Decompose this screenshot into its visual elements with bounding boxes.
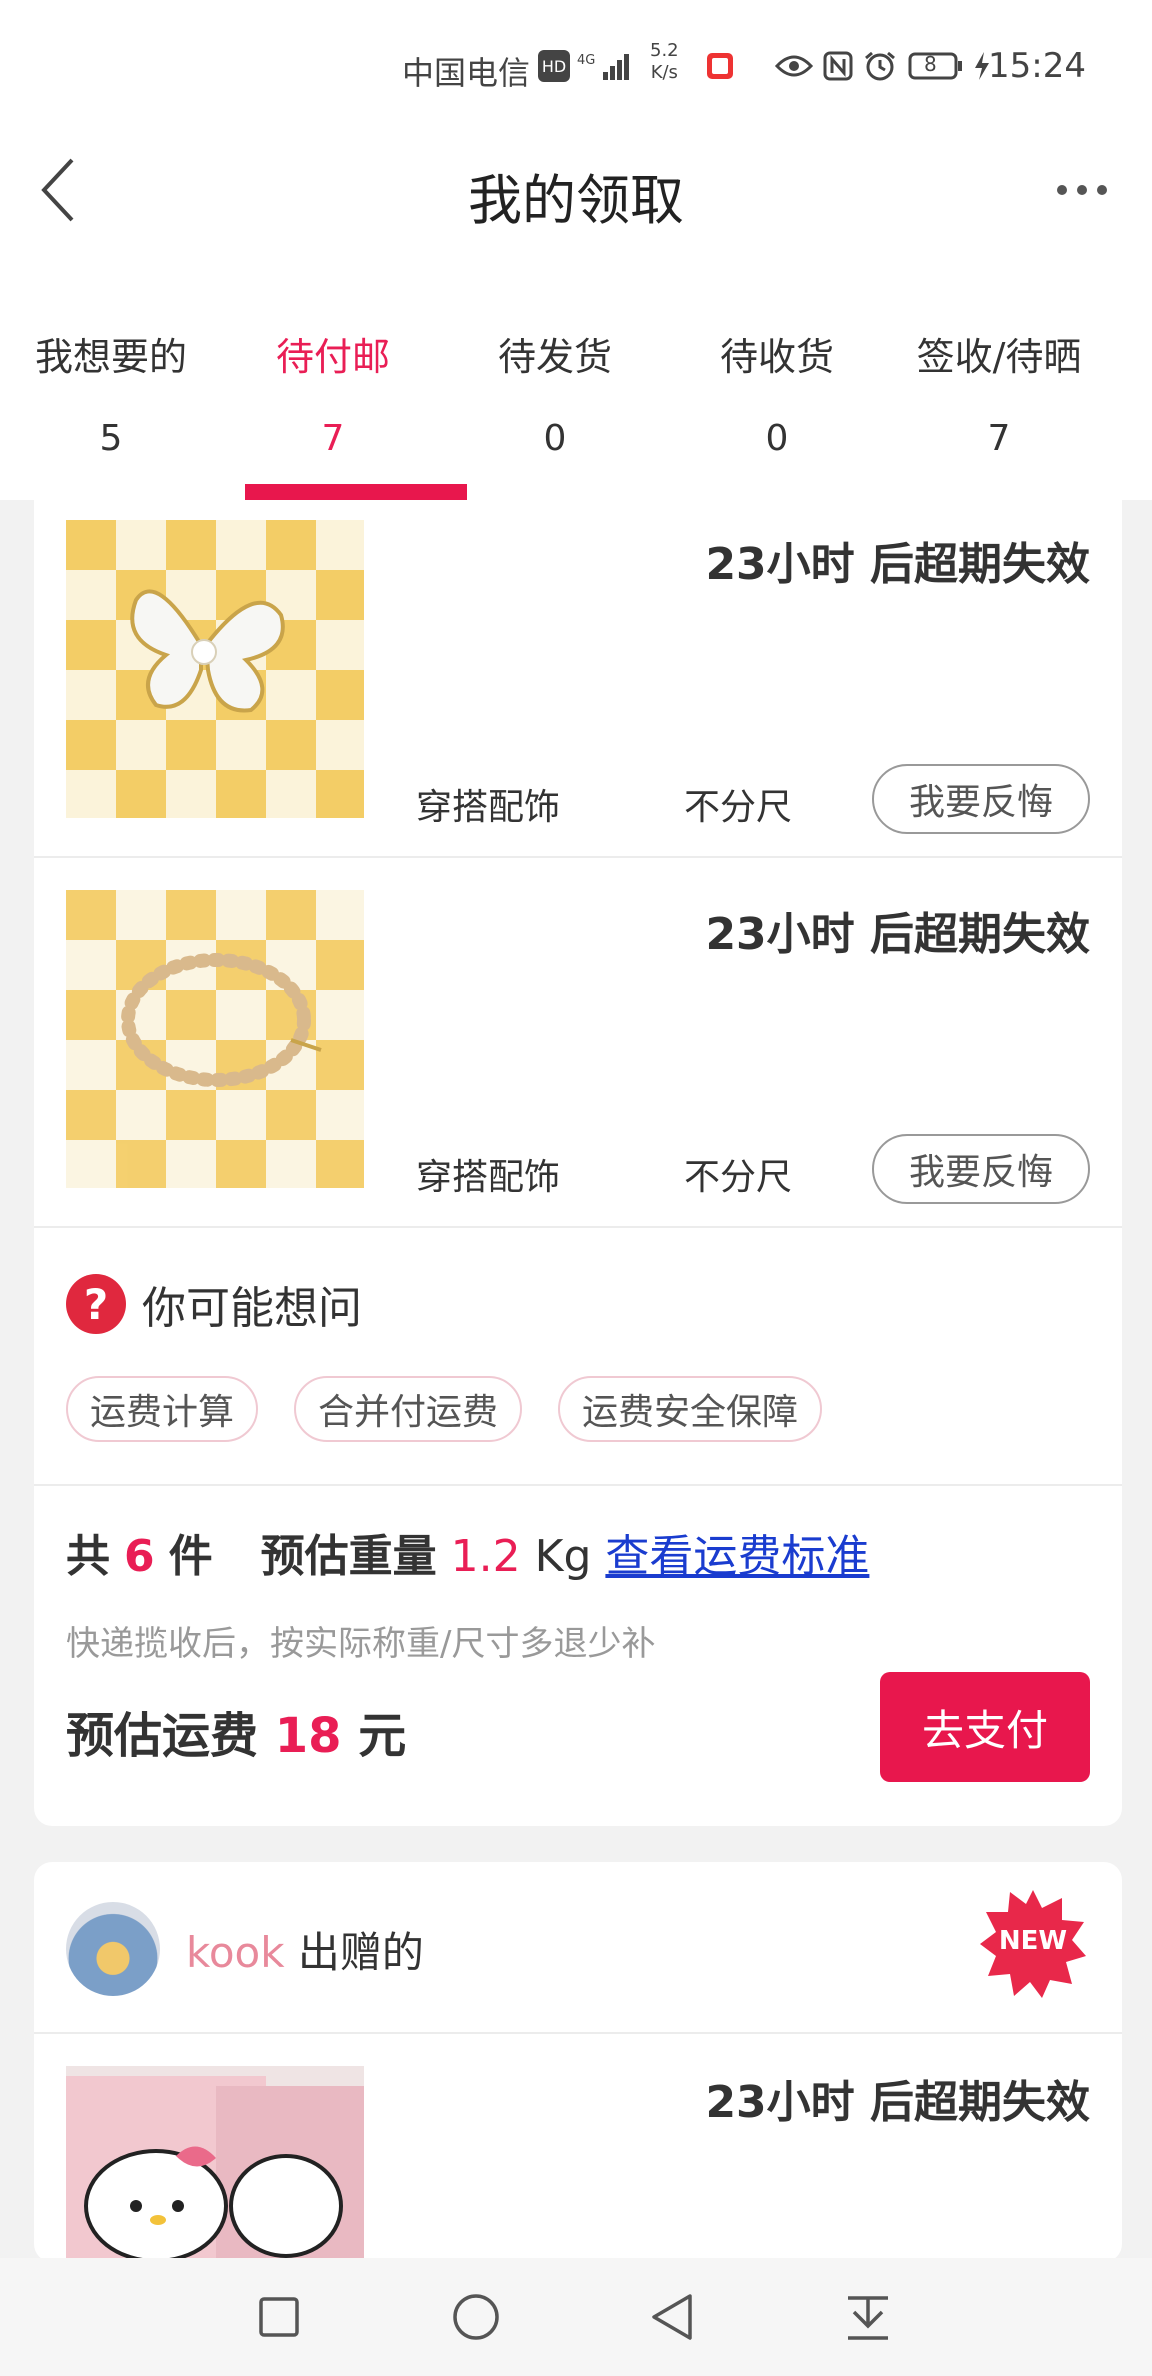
chip-shipping-safety[interactable]: 运费安全保障 xyxy=(558,1376,823,1442)
giver-name: kook 出赠的 xyxy=(186,1919,424,1980)
giver-suffix: 出赠的 xyxy=(297,1927,424,1977)
eye-icon xyxy=(774,50,814,82)
giver-info[interactable]: kook 出赠的 xyxy=(66,1902,424,1996)
notification-shade-button[interactable] xyxy=(833,2282,903,2352)
tab-count: 7 xyxy=(321,418,345,459)
active-tab-indicator xyxy=(245,484,467,500)
estimated-fee: 预估运费 18 元 xyxy=(66,1696,406,1766)
size-label: 不分尺 xyxy=(684,1157,793,1198)
divider xyxy=(34,856,1122,858)
tab-signed-share[interactable]: 签收/待晒 7 xyxy=(888,290,1110,500)
status-tabs: 我想要的 5 待付邮 7 待发货 0 待收货 0 签收/待晒 7 xyxy=(0,290,1152,500)
pay-button[interactable]: 去支付 xyxy=(880,1672,1090,1782)
clock: 15:24 xyxy=(988,46,1086,86)
divider xyxy=(34,1226,1122,1228)
back-nav-button[interactable] xyxy=(637,2282,707,2352)
count-prefix: 共 xyxy=(66,1531,110,1582)
alarm-icon xyxy=(862,50,898,82)
count-suffix: 件 xyxy=(168,1531,213,1582)
battery-level: 8 xyxy=(924,52,937,76)
question-icon: ? xyxy=(66,1274,126,1334)
faq-title-text: 你可能想问 xyxy=(142,1283,362,1334)
order-group-card: kook 出赠的 NEW 23小时 后超期失效 xyxy=(34,1862,1122,2262)
tab-wanted[interactable]: 我想要的 5 xyxy=(0,290,222,500)
home-button[interactable] xyxy=(441,2282,511,2352)
chip-merge-shipping[interactable]: 合并付运费 xyxy=(294,1376,523,1442)
product-image-butterfly-brooch xyxy=(66,520,364,818)
list-item[interactable]: 23小时 后超期失效 穿搭配饰 不分尺 我要反悔 xyxy=(34,500,1122,870)
fee-label: 预估运费 xyxy=(66,1708,259,1764)
square-icon xyxy=(259,2297,299,2337)
expiry-text: 23小时 后超期失效 xyxy=(705,2077,1090,2128)
network-speed-unit: K/s xyxy=(650,62,678,83)
order-summary: 共 6 件 预估重量 1.2 Kg 查看运费标准 xyxy=(66,1520,869,1584)
more-dot-icon xyxy=(1077,185,1087,195)
order-group-card: 23小时 后超期失效 穿搭配饰 不分尺 我要反悔 23小时 后超期失效 穿搭配饰… xyxy=(34,500,1122,1826)
nfc-icon xyxy=(822,50,854,82)
tab-count: 5 xyxy=(99,418,123,459)
category-label: 穿搭配饰 xyxy=(416,1157,561,1198)
regret-button[interactable]: 我要反悔 xyxy=(872,1134,1090,1204)
carrier-label: 中国电信 xyxy=(402,54,531,92)
page-title: 我的领取 xyxy=(468,169,684,232)
tab-label: 签收/待晒 xyxy=(916,335,1082,379)
pull-down-icon xyxy=(848,2296,888,2340)
status-bar: 中国电信 HD 4G 5.2 K/s 8 15:24 xyxy=(0,0,1152,130)
list-item[interactable]: 23小时 后超期失效 穿搭配饰 不分尺 我要反悔 xyxy=(34,870,1122,1240)
tab-pending-shipment[interactable]: 待发货 0 xyxy=(444,290,666,500)
expiry-text: 23小时 后超期失效 xyxy=(705,539,1090,590)
product-image-pearl-bracelet xyxy=(66,890,364,1188)
tab-count: 7 xyxy=(987,418,1011,459)
svg-text:4G: 4G xyxy=(577,53,595,68)
app-notification-icon xyxy=(704,50,736,82)
fee-value: 18 xyxy=(274,1708,342,1764)
signal-icon: 4G xyxy=(576,50,636,82)
chip-shipping-calculation[interactable]: 运费计算 xyxy=(66,1376,259,1442)
more-options-button[interactable] xyxy=(1042,160,1122,220)
product-image-hello-kitty-pack xyxy=(66,2066,364,2262)
recent-apps-button[interactable] xyxy=(244,2282,314,2352)
tab-pending-postage[interactable]: 待付邮 7 xyxy=(222,290,467,500)
weight-unit: Kg xyxy=(534,1531,592,1582)
circle-icon xyxy=(453,2294,499,2340)
system-nav-bar xyxy=(0,2258,1152,2376)
divider xyxy=(34,1484,1122,1486)
faq-chips: 运费计算 合并付运费 运费安全保障 xyxy=(66,1376,823,1442)
tab-pending-receipt[interactable]: 待收货 0 xyxy=(666,290,888,500)
more-dot-icon xyxy=(1057,185,1067,195)
weight-label: 预估重量 xyxy=(260,1531,437,1582)
size-label: 不分尺 xyxy=(684,787,793,828)
fee-unit: 元 xyxy=(358,1708,407,1764)
avatar[interactable] xyxy=(66,1902,160,1996)
regret-button[interactable]: 我要反悔 xyxy=(872,764,1090,834)
weight-value: 1.2 xyxy=(450,1531,521,1582)
shipping-standard-link[interactable]: 查看运费标准 xyxy=(605,1531,869,1582)
category-label: 穿搭配饰 xyxy=(416,787,561,828)
tab-label: 待付邮 xyxy=(275,335,390,379)
shipping-note: 快递揽收后，按实际称重/尺寸多退少补 xyxy=(66,1624,656,1664)
more-dot-icon xyxy=(1097,185,1107,195)
network-speed: 5.2 K/s xyxy=(650,40,679,84)
faq-section-title: ? 你可能想问 xyxy=(66,1272,362,1336)
hd-icon: HD xyxy=(538,50,570,82)
expiry-text: 23小时 后超期失效 xyxy=(705,909,1090,960)
new-badge: NEW xyxy=(976,1886,1090,2000)
network-speed-value: 5.2 xyxy=(650,40,679,61)
new-badge-text: NEW xyxy=(998,1926,1068,1956)
list-item[interactable]: 23小时 后超期失效 xyxy=(34,2032,1122,2262)
tab-count: 0 xyxy=(765,418,789,459)
item-count: 6 xyxy=(124,1531,155,1582)
battery-icon: 8 xyxy=(908,50,964,82)
tab-label: 我想要的 xyxy=(34,335,187,379)
giver-nickname: kook xyxy=(186,1927,285,1977)
header: 我的领取 xyxy=(0,130,1152,290)
triangle-back-icon xyxy=(652,2294,692,2340)
tab-label: 待发货 xyxy=(497,335,612,379)
tab-count: 0 xyxy=(543,418,567,459)
tab-label: 待收货 xyxy=(719,335,834,379)
